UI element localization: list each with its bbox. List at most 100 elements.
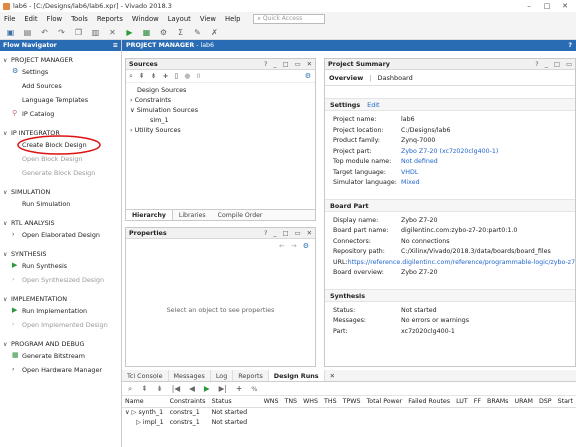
close-tab-icon[interactable]: ✕	[325, 370, 340, 381]
col-status[interactable]: Status	[208, 396, 261, 408]
tree-item-utility-sources[interactable]: › Utility Sources	[126, 125, 315, 135]
program-icon[interactable]: ▦	[142, 28, 151, 37]
tree-item-simulation-sources[interactable]: ∨ Simulation Sources	[126, 105, 315, 115]
quick-access-search[interactable]: ⌕ Quick Access	[253, 13, 326, 24]
paste-icon[interactable]: ▥	[91, 28, 100, 37]
maximize-icon[interactable]: □	[538, 0, 556, 12]
col-constraints[interactable]: Constraints	[166, 396, 209, 408]
board-url-link[interactable]: https://reference.digilentinc.com/refere…	[348, 258, 575, 269]
nav-open-synthesized-design[interactable]: › Open Synthesized Design	[0, 273, 121, 287]
help-icon[interactable]: ?	[568, 40, 572, 51]
col-ff[interactable]: FF	[470, 396, 484, 408]
section-project-manager[interactable]: ∨ PROJECT MANAGER	[0, 55, 121, 65]
previous-icon[interactable]: ◀	[189, 384, 195, 393]
nav-open-elaborated-design[interactable]: › Open Elaborated Design	[0, 228, 121, 242]
close-icon[interactable]: ✕	[307, 228, 312, 239]
tree-item-sim-1[interactable]: sim_1	[126, 115, 315, 125]
restore-icon[interactable]: □	[283, 228, 289, 239]
menu-help[interactable]: Help	[225, 15, 241, 23]
menu-edit[interactable]: Edit	[24, 15, 37, 23]
first-icon[interactable]: |◀	[172, 384, 180, 393]
nav-generate-bitstream[interactable]: ▦ Generate Bitstream	[0, 349, 121, 363]
edit-settings-link[interactable]: Edit	[367, 101, 379, 109]
nav-settings[interactable]: ⚙ Settings	[0, 65, 121, 79]
nav-generate-block-design[interactable]: Generate Block Design	[0, 166, 121, 180]
section-simulation[interactable]: ∨ SIMULATION	[0, 187, 121, 197]
redo-icon[interactable]: ↷	[57, 28, 66, 37]
nav-open-implemented-design[interactable]: › Open Implemented Design	[0, 318, 121, 332]
pencil-icon[interactable]: ✎	[193, 28, 202, 37]
maximize-icon[interactable]: ▭	[295, 59, 301, 70]
help-icon[interactable]: ?	[535, 59, 538, 70]
last-icon[interactable]: ▶|	[219, 384, 227, 393]
collapse-all-icon[interactable]: ⇞	[139, 72, 145, 80]
top-module-link[interactable]: Not defined	[401, 157, 438, 168]
collapse-all-icon[interactable]: ⇞	[141, 384, 147, 393]
tab-libraries[interactable]: Libraries	[173, 210, 212, 220]
cancel-icon[interactable]: ✗	[210, 28, 219, 37]
file-icon[interactable]: ▯	[175, 72, 179, 80]
help-icon[interactable]: ?	[264, 228, 267, 239]
section-synthesis[interactable]: ∨ SYNTHESIS	[0, 249, 121, 259]
copy-icon[interactable]: ❐	[74, 28, 83, 37]
nav-language-templates[interactable]: Language Templates	[0, 93, 121, 107]
gear-icon[interactable]: ⚙	[305, 72, 311, 80]
minimize-icon[interactable]: _	[545, 59, 548, 70]
col-tpws[interactable]: TPWS	[339, 396, 364, 408]
expand-all-icon[interactable]: ⇟	[157, 384, 163, 393]
project-part-link[interactable]: Zybo Z7-20 (xc7z020clg400-1)	[401, 147, 498, 158]
save-icon[interactable]: ▤	[23, 28, 32, 37]
col-total-power[interactable]: Total Power	[363, 396, 406, 408]
menu-view[interactable]: View	[200, 15, 216, 23]
settings-icon[interactable]: ⚙	[159, 28, 168, 37]
col-tns[interactable]: TNS	[281, 396, 301, 408]
tab-tcl-console[interactable]: Tcl Console	[122, 370, 169, 381]
expand-all-icon[interactable]: ⇟	[151, 72, 157, 80]
collapse-icon[interactable]: ≡	[113, 40, 118, 51]
col-name[interactable]: Name	[122, 396, 167, 408]
section-program-debug[interactable]: ∨ PROGRAM AND DEBUG	[0, 339, 121, 349]
percent-icon[interactable]: %	[251, 385, 257, 393]
col-dsp[interactable]: DSP	[535, 396, 555, 408]
tab-overview[interactable]: Overview	[329, 74, 363, 82]
tree-item-design-sources[interactable]: Design Sources	[126, 85, 315, 95]
nav-open-hardware-manager[interactable]: › Open Hardware Manager	[0, 363, 121, 377]
col-uram[interactable]: URAM	[511, 396, 536, 408]
nav-run-simulation[interactable]: Run Simulation	[0, 197, 121, 211]
help-icon[interactable]: ?	[264, 59, 267, 70]
menu-reports[interactable]: Reports	[97, 15, 123, 23]
col-wns[interactable]: WNS	[260, 396, 282, 408]
nav-run-synthesis[interactable]: ▶ Run Synthesis	[0, 259, 121, 273]
gear-icon[interactable]: ⚙	[303, 242, 309, 250]
tab-messages[interactable]: Messages	[169, 370, 211, 381]
tab-design-runs[interactable]: Design Runs	[268, 370, 325, 381]
nav-ip-catalog[interactable]: ⚲ IP Catalog	[0, 107, 121, 121]
table-row[interactable]: ∨ ▷ synth_1 constrs_1 Not started	[122, 407, 576, 417]
run-icon[interactable]: ▶	[204, 384, 210, 393]
close-icon[interactable]: ✕	[556, 0, 574, 12]
tab-hierarchy[interactable]: Hierarchy	[126, 210, 173, 220]
simulator-language-link[interactable]: Mixed	[401, 178, 420, 189]
search-icon[interactable]: ⌕	[128, 384, 132, 394]
tree-item-constraints[interactable]: › Constraints	[126, 95, 315, 105]
delete-icon[interactable]: ✕	[108, 28, 117, 37]
col-failed-routes[interactable]: Failed Routes	[405, 396, 454, 408]
tab-dashboard[interactable]: Dashboard	[377, 74, 412, 82]
section-rtl-analysis[interactable]: ∨ RTL ANALYSIS	[0, 218, 121, 228]
target-language-link[interactable]: VHDL	[401, 168, 418, 179]
menu-layout[interactable]: Layout	[168, 15, 191, 23]
tab-reports[interactable]: Reports	[233, 370, 269, 381]
section-implementation[interactable]: ∨ IMPLEMENTATION	[0, 294, 121, 304]
new-project-icon[interactable]: ▣	[6, 28, 15, 37]
tab-log[interactable]: Log	[211, 370, 234, 381]
nav-create-block-design[interactable]: Create Block Design	[0, 135, 121, 155]
undo-icon[interactable]: ↶	[40, 28, 49, 37]
back-arrow-icon[interactable]: ←	[279, 242, 285, 250]
col-lut[interactable]: LUT	[453, 396, 471, 408]
tab-compile-order[interactable]: Compile Order	[212, 210, 269, 220]
maximize-icon[interactable]: ▭	[295, 228, 301, 239]
table-row[interactable]: ▷ impl_1 constrs_1 Not started	[122, 417, 576, 427]
maximize-icon[interactable]: ▭	[566, 59, 572, 70]
menu-window[interactable]: Window	[132, 15, 159, 23]
menu-file[interactable]: File	[4, 15, 15, 23]
